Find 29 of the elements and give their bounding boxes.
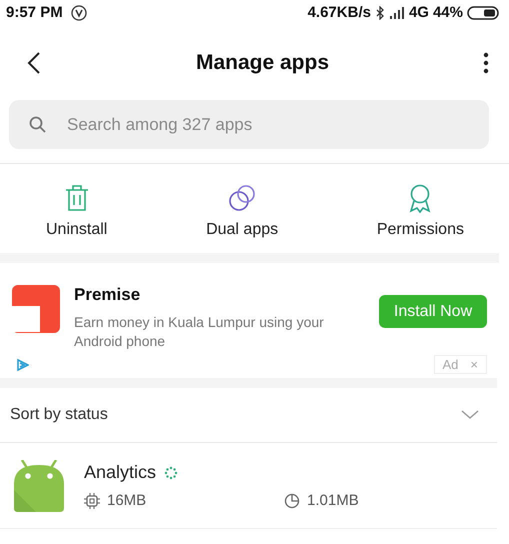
app-name: Analytics xyxy=(84,462,156,483)
memory-size: 16MB xyxy=(107,492,146,509)
android-icon xyxy=(14,460,64,512)
action-button[interactable]: Uninstall xyxy=(46,184,108,239)
signal-icon xyxy=(388,6,405,20)
sort-label[interactable]: Sort by status xyxy=(10,406,108,424)
chip-icon xyxy=(84,492,100,508)
circles-icon xyxy=(228,184,256,214)
bluetooth-icon xyxy=(374,6,385,20)
action-button[interactable]: Dual apps xyxy=(206,184,278,239)
page-title: Manage apps xyxy=(194,50,330,74)
network-speed: 4.67KB/s xyxy=(308,4,371,21)
network-type: 4G xyxy=(408,4,429,21)
ad-title: Premise xyxy=(74,285,142,305)
battery-icon xyxy=(467,6,499,20)
storage-size: 1.01MB xyxy=(307,492,359,509)
action-button[interactable]: Permissions xyxy=(376,184,464,239)
search-field[interactable]: Search among 327 apps xyxy=(9,100,489,149)
ad-description: Earn money in Kuala Lumpur using your Android phone xyxy=(74,313,325,351)
app-logo-icon xyxy=(12,285,60,333)
battery-percent: 44% xyxy=(432,4,463,21)
more-icon xyxy=(483,52,489,74)
back-icon xyxy=(26,50,42,74)
pie-chart-icon xyxy=(284,492,300,508)
search-icon xyxy=(29,116,46,133)
app-row[interactable]: Analytics 16MB 1.01MB xyxy=(0,443,497,529)
status-time: 9:57 PM xyxy=(6,4,63,21)
ad-label: Ad xyxy=(442,357,458,372)
chevron-down-icon xyxy=(461,410,479,420)
